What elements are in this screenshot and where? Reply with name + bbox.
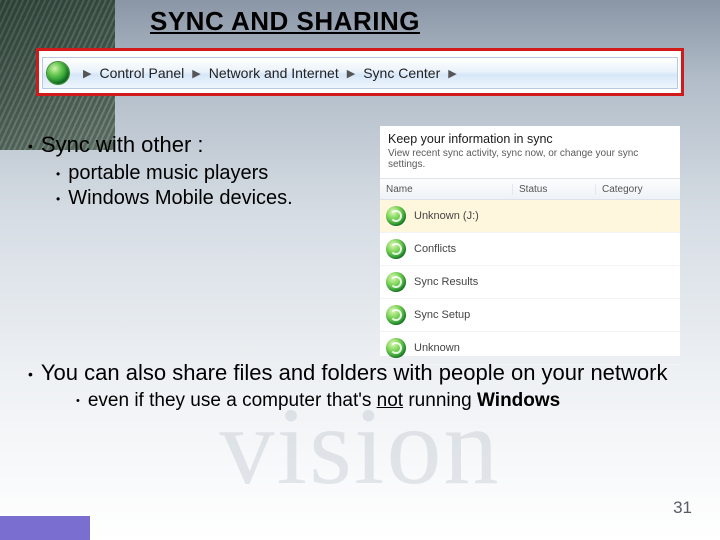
slide: vision SYNC AND SHARING ▶ Control Panel …	[0, 0, 720, 540]
page-number: 31	[673, 498, 692, 518]
chevron-right-icon: ▶	[75, 67, 99, 80]
chevron-right-icon: ▶	[339, 67, 363, 80]
breadcrumb-item-sync-center[interactable]: Sync Center	[363, 65, 440, 81]
chevron-right-icon: ▶	[440, 67, 464, 80]
bullet-level1: •Sync with other :	[28, 132, 692, 158]
chevron-right-icon: ▶	[184, 67, 208, 80]
bullet-text: Sync with other :	[41, 132, 204, 157]
bullet-level2: •Windows Mobile devices.	[56, 187, 692, 210]
slide-body: •Sync with other : •portable music playe…	[28, 132, 692, 414]
breadcrumb-item-control-panel[interactable]: Control Panel	[99, 65, 184, 81]
bullet-text: portable music players	[68, 162, 268, 184]
globe-icon	[47, 62, 69, 84]
bullet-level1: •You can also share files and folders wi…	[28, 360, 692, 386]
breadcrumb-item-network[interactable]: Network and Internet	[209, 65, 339, 81]
bullet-level3: •even if they use a computer that's not …	[76, 390, 692, 412]
slide-title: SYNC AND SHARING	[150, 6, 420, 37]
bullet-text: You can also share files and folders wit…	[41, 360, 668, 385]
bullet-text: even if they use a computer that's not r…	[88, 390, 560, 411]
bullet-text: Windows Mobile devices.	[68, 187, 293, 209]
breadcrumb-highlight-box: ▶ Control Panel ▶ Network and Internet ▶…	[36, 48, 684, 96]
bullet-level2: •portable music players	[56, 162, 692, 185]
accent-bar	[0, 516, 90, 540]
breadcrumb: ▶ Control Panel ▶ Network and Internet ▶…	[42, 57, 678, 89]
